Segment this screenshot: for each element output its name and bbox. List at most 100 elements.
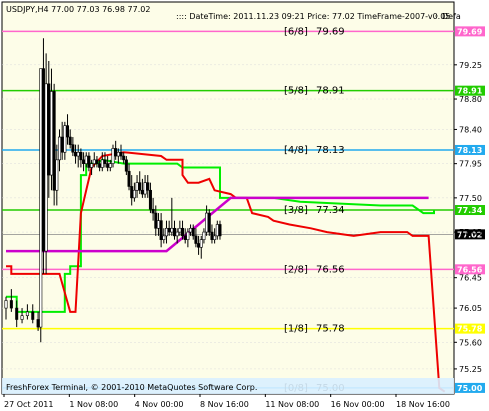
candle-body [36,319,40,328]
level-price-tag: 75.78 [457,325,483,334]
x-tick-label: 4 Nov 00:00 [135,400,184,409]
candle-body [151,208,155,214]
candle-body [76,151,80,157]
level-tag: [5/8] [284,86,308,97]
level-price-tag: 77.34 [457,206,483,215]
y-tick-label: 75.60 [459,338,482,347]
candle-body [124,159,128,172]
candle-body [68,136,72,145]
candle-body [146,182,150,191]
level-price: 75.78 [316,324,345,335]
level-tag: [1/8] [284,324,308,335]
level-price: 79.69 [316,26,345,37]
candle-body [31,311,35,320]
candle-body [194,235,198,244]
candle-body [82,159,86,164]
candle-body [205,212,209,233]
candle-body [92,159,96,164]
y-tick-label: 76.05 [459,304,482,313]
candle-body [132,189,136,199]
candle-body [199,239,203,248]
level-price-tag: 75.00 [457,384,483,393]
candle-body [207,212,211,233]
candle-body [74,151,78,157]
x-tick-label: 1 Nov 08:00 [69,400,118,409]
candle-body [106,163,110,168]
candle-body [143,182,147,195]
candle-body [114,148,118,157]
y-tick-label: 77.05 [459,228,482,237]
y-tick-label: 79.25 [459,61,482,70]
candle-body [189,227,193,233]
candle-body [57,136,61,161]
candle-body [154,212,158,229]
candle-body [116,151,120,157]
candle-body [181,227,185,237]
candle-body [4,300,8,309]
candle-body [127,170,131,187]
candle-body [95,159,99,164]
candle-body [49,91,53,176]
level-price: 76.56 [316,264,345,275]
candle-body [111,148,115,164]
footer-copyright: FreshForex Terminal, © 2001-2010 MetaQuo… [6,383,257,392]
candle-body [25,311,29,316]
y-tick-label: 77.50 [459,194,482,203]
candle-body [148,189,152,210]
symbol-header: USDJPY,H4 77.00 77.03 76.98 77.02 [6,5,150,14]
candle-body [55,159,59,191]
candle-body [39,68,43,328]
candle-body [60,136,64,153]
candle-body [173,227,177,237]
candle-body [213,235,217,240]
y-tick-label: 78.80 [459,95,482,104]
x-tick-label: 18 Nov 16:00 [396,400,450,409]
level-tag: [2/8] [284,264,308,275]
candle-body [87,155,91,168]
candle-body [210,231,214,240]
corner-label: Defa [442,12,461,21]
candle-body [178,227,182,233]
y-tick-label: 77.95 [459,160,482,169]
candle-body [44,83,48,252]
candle-body [20,315,24,320]
candle-body [122,155,126,161]
candle-body [215,224,219,237]
candle-body [90,163,94,168]
candle-body [175,231,179,237]
candle-body [191,227,195,237]
level-price-tag: 78.13 [457,146,482,155]
x-tick-label: 8 Nov 16:00 [200,400,249,409]
candle-body [138,182,142,191]
level-tag: [6/8] [284,26,308,37]
candle-body [71,144,75,153]
x-tick-label: 16 Nov 00:00 [331,400,385,409]
candle-body [108,163,112,168]
settings-dot-icon[interactable]: ◦ [434,12,439,21]
level-price: 77.34 [316,205,345,216]
level-price: 78.91 [316,86,345,97]
candle-body [66,125,70,138]
candle-body [52,91,56,191]
level-price: 78.13 [316,145,345,156]
candle-body [183,235,187,240]
candle-body [167,227,171,233]
candle-body [186,231,190,240]
level-price-tag: 79.69 [457,27,483,36]
candle-body [159,220,163,240]
y-tick-label: 76.45 [459,274,482,283]
candle-body [202,231,206,240]
chart-canvas[interactable]: [6/8] 79.69 79.69[5/8] 78.91 78.91[4/8] 78.13… [0,0,489,411]
candle-body [218,224,222,237]
candle-body [9,300,13,309]
candle-body [63,125,67,153]
candle-body [164,227,168,237]
y-tick-label: 78.40 [459,125,482,134]
candle-body [47,83,51,176]
candle-body [197,243,201,248]
info-line: :::: DateTime: 2011.11.23 09:21 Price: 7… [176,12,450,21]
candle-body [79,151,83,161]
x-tick-label: 11 Nov 08:00 [265,400,319,409]
level-tag: [4/8] [284,145,308,156]
chart-window: [6/8] 79.69 79.69 [5/8] 78.91 78.91 [4/8] 78.13… [0,0,489,411]
